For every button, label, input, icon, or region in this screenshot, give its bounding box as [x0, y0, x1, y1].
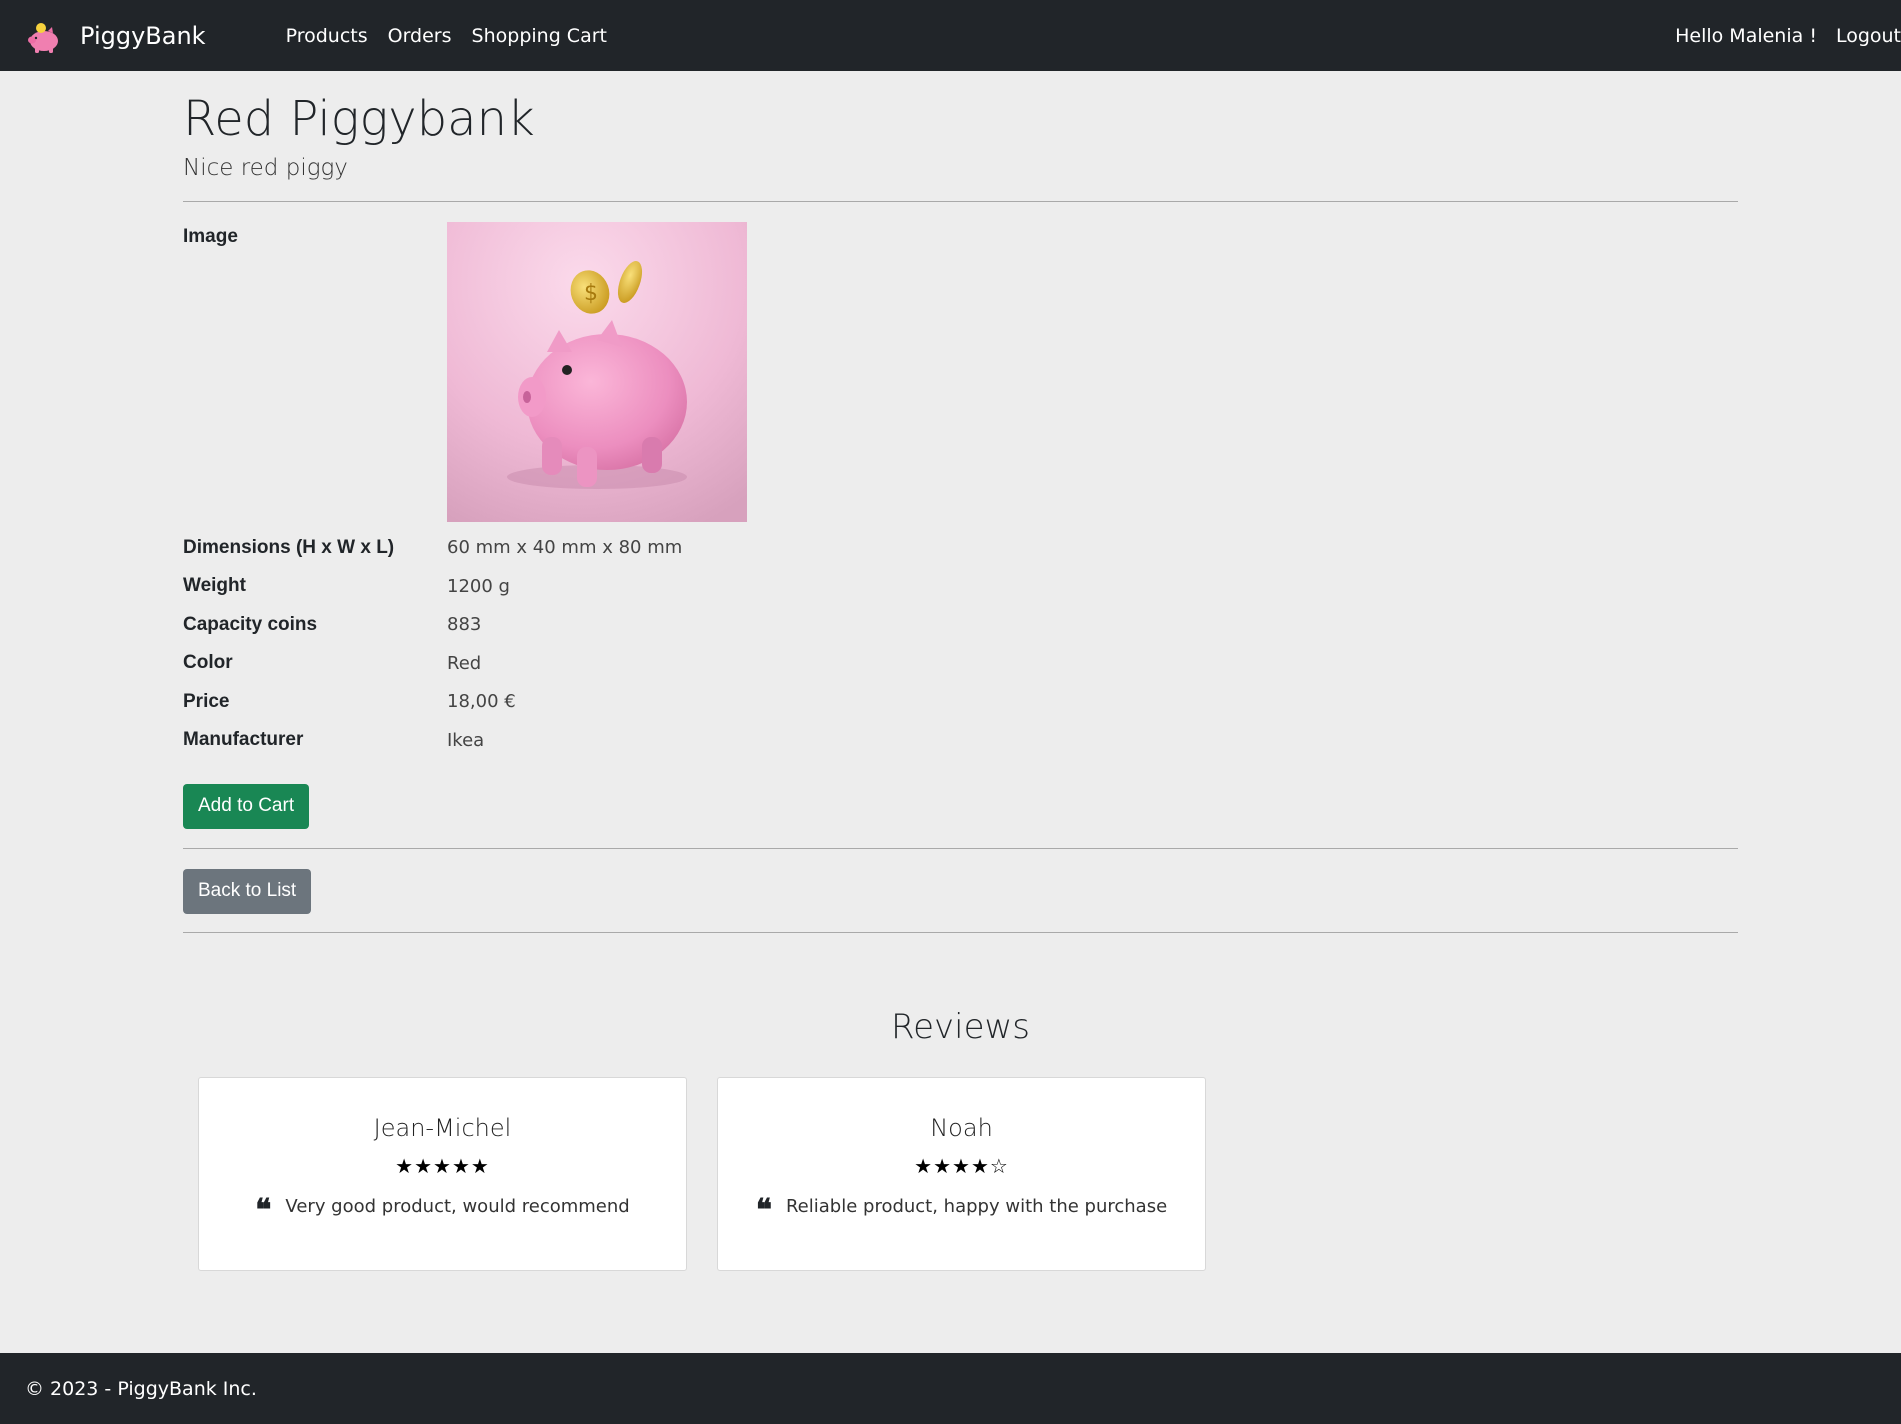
- attr-label: Capacity coins: [183, 613, 318, 635]
- star-rating: ★★★★☆: [914, 1153, 1009, 1178]
- footer: © 2023 - PiggyBank Inc.: [0, 1353, 1901, 1424]
- attr-row-capacity: Capacity coins 883: [183, 606, 1738, 645]
- svg-text:$: $: [584, 281, 598, 306]
- attr-label: Weight: [183, 575, 246, 597]
- attr-label: Color: [183, 652, 233, 674]
- attr-value: Ikea: [447, 729, 485, 751]
- attr-value: 18,00 €: [447, 691, 516, 713]
- brand-link[interactable]: PiggyBank: [24, 16, 206, 56]
- reviews-title: Reviews: [890, 1006, 1031, 1047]
- attr-label: Dimensions (H x W x L): [183, 536, 395, 558]
- piggy-logo-icon: [28, 22, 58, 53]
- attr-label: Price: [183, 690, 230, 712]
- divider: [183, 200, 1738, 202]
- star-rating: ★★★★★: [395, 1153, 490, 1178]
- navbar: PiggyBank Products Orders Shopping Cart …: [0, 0, 1901, 71]
- attr-row-dimensions: Dimensions (H x W x L) 60 mm x 40 mm x 8…: [183, 529, 1738, 568]
- attr-value: 883: [447, 614, 482, 636]
- review-text-line: ❝ Very good product, would recommend: [199, 1192, 686, 1228]
- attr-row-color: Color Red: [183, 644, 1738, 683]
- review-card: Jean-Michel ★★★★★ ❝ Very good product, w…: [198, 1076, 687, 1271]
- back-to-list-button[interactable]: Back to List: [183, 868, 312, 914]
- attr-value: 60 mm x 40 mm x 80 mm: [447, 537, 683, 559]
- brand-name: PiggyBank: [80, 21, 206, 50]
- image-row: Image $: [183, 221, 1738, 522]
- add-to-cart-button[interactable]: Add to Cart: [183, 783, 310, 829]
- attr-row-weight: Weight 1200 g: [183, 567, 1738, 606]
- nav-orders[interactable]: Orders: [388, 25, 452, 47]
- attr-row-manufacturer: Manufacturer Ikea: [183, 721, 1738, 760]
- nav-products[interactable]: Products: [286, 25, 368, 47]
- review-text: Very good product, would recommend: [285, 1196, 630, 1218]
- nav-shopping-cart[interactable]: Shopping Cart: [472, 25, 607, 47]
- divider: [183, 847, 1738, 849]
- reviewer-name: Noah: [930, 1113, 993, 1142]
- review-text: Reliable product, happy with the purchas…: [785, 1196, 1168, 1218]
- back-wrap: Back to List: [183, 868, 1738, 914]
- review-card: Noah ★★★★☆ ❝ Reliable product, happy wit…: [717, 1076, 1206, 1271]
- attr-value: 1200 g: [447, 575, 510, 597]
- reviews-list: Jean-Michel ★★★★★ ❝ Very good product, w…: [198, 1076, 1738, 1271]
- image-value: $: [447, 221, 747, 522]
- attr-label: Manufacturer: [183, 729, 304, 751]
- review-text-line: ❝ Reliable product, happy with the purch…: [718, 1192, 1205, 1228]
- quote-icon: ❝: [255, 1192, 272, 1228]
- image-label: Image: [183, 225, 238, 247]
- reviewer-name: Jean-Michel: [373, 1113, 512, 1142]
- footer-copyright: © 2023 - PiggyBank Inc.: [25, 1377, 257, 1400]
- attr-value: Red: [447, 652, 482, 674]
- user-greeting-link[interactable]: Hello Malenia !: [1675, 25, 1817, 47]
- page-title: Red Piggybank: [183, 91, 535, 147]
- main-nav: Products Orders Shopping Cart: [286, 25, 627, 47]
- logout-link[interactable]: Logout: [1836, 25, 1901, 47]
- attr-row-price: Price 18,00 €: [183, 683, 1738, 722]
- user-nav: Hello Malenia ! Logout: [1656, 0, 1901, 71]
- product-image: $: [447, 221, 747, 522]
- product-details: Red Piggybank Nice red piggy Image $ Dim…: [183, 71, 1738, 1271]
- divider: [183, 931, 1738, 933]
- quote-icon: ❝: [755, 1192, 772, 1228]
- product-subtitle: Nice red piggy: [183, 154, 348, 181]
